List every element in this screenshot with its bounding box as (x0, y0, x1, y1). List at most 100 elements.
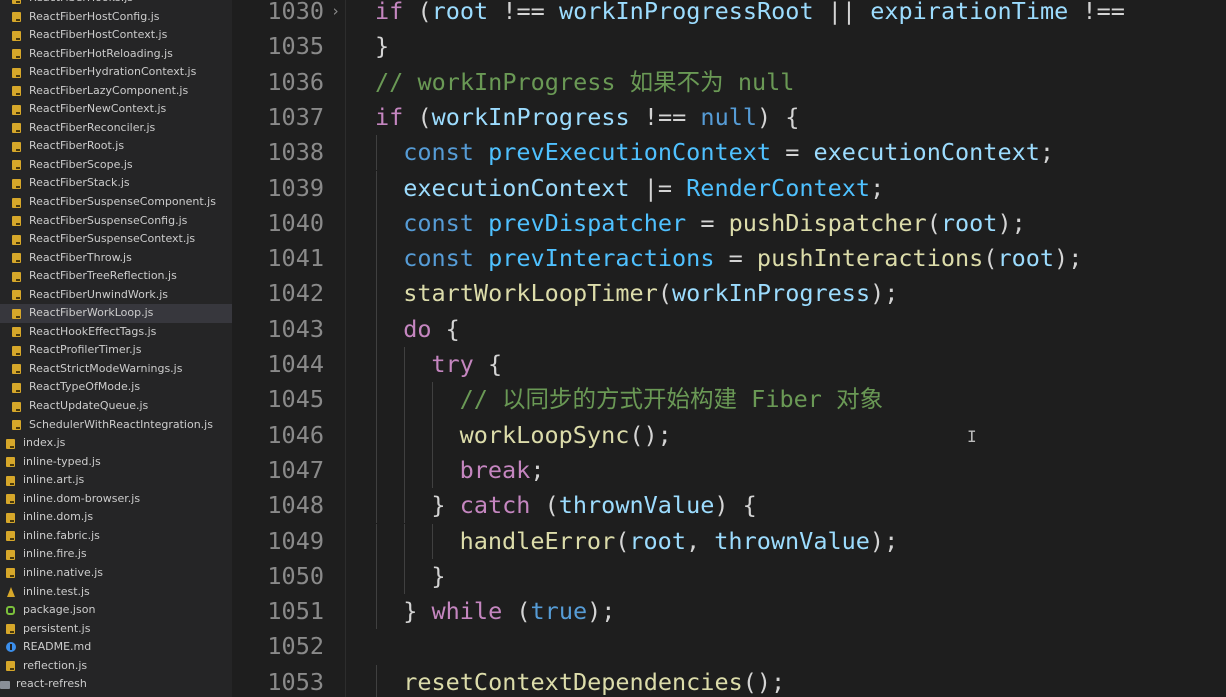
code-token: true (530, 597, 588, 626)
file-item[interactable]: package.json (0, 601, 232, 620)
indent-guide (432, 417, 434, 453)
file-item[interactable]: reflection.js (0, 657, 232, 676)
file-item[interactable]: ReactProfilerTimer.js (0, 341, 232, 360)
file-item[interactable]: ReactFiberScope.js (0, 156, 232, 175)
code-line[interactable]: 1038 const prevExecutionContext = executi… (232, 135, 1226, 171)
code-token: root (997, 244, 1055, 273)
js-file-icon (12, 12, 21, 23)
code-text: handleError(root, thrownValue); (460, 524, 899, 559)
file-name: package.json (23, 603, 96, 617)
code-line[interactable]: 1030 › if (root !== workInProgressRoot || … (232, 0, 1226, 29)
code-line[interactable]: 1049 handleError(root, thrownValue); (232, 523, 1226, 559)
code-line[interactable]: 1040 const prevDispatcher = pushDispatche… (232, 205, 1226, 242)
code-line[interactable]: 1045 // 以同步的方式开始构建 Fiber 对象 (232, 382, 1226, 418)
code-token: } (431, 561, 446, 590)
code-token: workLoopSync (459, 420, 630, 449)
file-item[interactable]: inline.dom.js (0, 508, 232, 527)
file-item[interactable]: ReactFiberSuspenseContext.js (0, 230, 232, 249)
code-line[interactable]: 1052 (232, 629, 1226, 664)
file-item[interactable]: SchedulerWithReactIntegration.js (0, 416, 232, 435)
code-text: } catch (thrownValue) { (431, 488, 756, 523)
file-name: ReactFiberStack.js (29, 176, 130, 190)
file-item[interactable]: inline.fire.js (0, 545, 232, 564)
code-token: ); (997, 208, 1026, 237)
folder-item[interactable]: react-refresh (0, 675, 232, 694)
code-line[interactable]: 1051} while (true); (232, 594, 1226, 630)
code-line[interactable]: 1046 workLoopSync(); (232, 417, 1226, 453)
code-token: expirationTime (870, 0, 1069, 25)
line-number: 1037 (267, 102, 324, 131)
code-token: = (771, 138, 814, 167)
file-item[interactable]: ReactFiberHostContext.js (0, 26, 232, 45)
code-line[interactable]: 1050} (232, 558, 1226, 595)
file-item[interactable]: ReactFiberSuspenseComponent.js (0, 193, 232, 212)
file-item[interactable]: ReactFiberTreeReflection.js (0, 267, 232, 286)
file-item[interactable]: ReactFiberNewContext.js (0, 100, 232, 119)
line-number: 1049 (267, 526, 324, 555)
js-file-icon (12, 67, 21, 78)
explorer-sidebar: ReactFiberHooks.jsReactFiberHostConfig.j… (0, 0, 232, 697)
file-item[interactable]: ReactFiberThrow.js (0, 249, 232, 268)
file-name: SchedulerWithReactIntegration.js (29, 417, 213, 431)
file-item[interactable]: inline.art.js (0, 471, 232, 490)
indent-guide (376, 276, 377, 312)
file-item[interactable]: inline.fabric.js (0, 527, 232, 546)
file-item[interactable]: ReactFiberReconciler.js (0, 119, 232, 138)
file-item[interactable]: ReactFiberWorkLoop.js (0, 304, 232, 323)
file-item[interactable]: ReactFiberHydrationContext.js (0, 63, 232, 82)
code-line[interactable]: 1048} catch (thrownValue) { (232, 488, 1226, 524)
code-line[interactable]: 1036 // workInProgress 如果不为 null (232, 65, 1226, 100)
code-text: workLoopSync(); (460, 418, 672, 453)
file-item[interactable]: inline.test.js (0, 583, 232, 602)
file-item[interactable]: index.js (0, 434, 232, 453)
js-file-icon (12, 0, 21, 4)
indent-guide (376, 664, 377, 697)
code-token: !== (629, 102, 701, 131)
fold-chevron-icon[interactable]: › (331, 0, 340, 29)
code-line[interactable]: 1039 executionContext |= RenderContext; (232, 170, 1226, 206)
js-file-icon (12, 382, 21, 393)
file-item[interactable]: ReactFiberRoot.js (0, 137, 232, 156)
code-token: ); (869, 526, 899, 555)
file-name: reflection.js (23, 658, 88, 672)
file-item[interactable]: README.md (0, 638, 232, 657)
file-item[interactable]: inline.native.js (0, 564, 232, 583)
code-line[interactable]: 1053 resetContextDependencies(); (232, 664, 1226, 697)
file-item[interactable]: persistent.js (0, 620, 232, 639)
code-token: ( (530, 491, 559, 520)
code-token: ; (870, 173, 885, 202)
file-item[interactable]: ReactStrictModeWarnings.js (0, 360, 232, 379)
code-line[interactable]: 1043 do { (232, 311, 1226, 347)
line-number: 1036 (267, 67, 324, 96)
file-item[interactable]: ReactFiberHotReloading.js (0, 45, 232, 64)
file-item[interactable]: ReactUpdateQueue.js (0, 397, 232, 416)
code-line[interactable]: 1044 try { (232, 347, 1226, 383)
line-number: 1050 (267, 561, 324, 590)
file-item[interactable]: ReactHookEffectTags.js (0, 323, 232, 342)
code-line[interactable]: 1037 if (workInProgress !== null) { (232, 100, 1226, 135)
code-text: const prevInteractions = pushInteraction… (403, 241, 1082, 276)
js-file-icon (6, 512, 15, 523)
indent-guide (376, 382, 377, 418)
code-line[interactable]: 1042 startWorkLoopTimer(workInProgress); (232, 276, 1226, 312)
indent-guide (376, 488, 377, 524)
file-item[interactable]: ReactFiberHooks.js (0, 0, 232, 8)
line-number: 1041 (267, 244, 324, 273)
file-item[interactable]: ReactFiberLazyComponent.js (0, 82, 232, 101)
code-token: thrownValue (558, 491, 715, 520)
file-item[interactable]: ReactTypeOfMode.js (0, 378, 232, 397)
code-line[interactable]: 1035} (232, 29, 1226, 64)
file-item[interactable]: ReactFiberHostConfig.js (0, 8, 232, 27)
file-item[interactable]: inline-typed.js (0, 453, 232, 472)
file-item[interactable]: ReactFiberSuspenseConfig.js (0, 212, 232, 231)
file-item[interactable]: ReactFiberUnwindWork.js (0, 286, 232, 305)
code-line[interactable]: 1041 const prevInteractions = pushInterac… (232, 241, 1226, 277)
file-item[interactable]: ReactFiberStack.js (0, 174, 232, 193)
file-name: ReactStrictModeWarnings.js (29, 361, 183, 375)
file-item[interactable]: inline.dom-browser.js (0, 490, 232, 509)
code-token: ); (1054, 244, 1083, 273)
js-file-icon (12, 216, 21, 227)
code-editor[interactable]: 1030 › if (root !== workInProgressRoot || … (232, 0, 1226, 697)
code-line[interactable]: 1047 break; (232, 452, 1226, 489)
